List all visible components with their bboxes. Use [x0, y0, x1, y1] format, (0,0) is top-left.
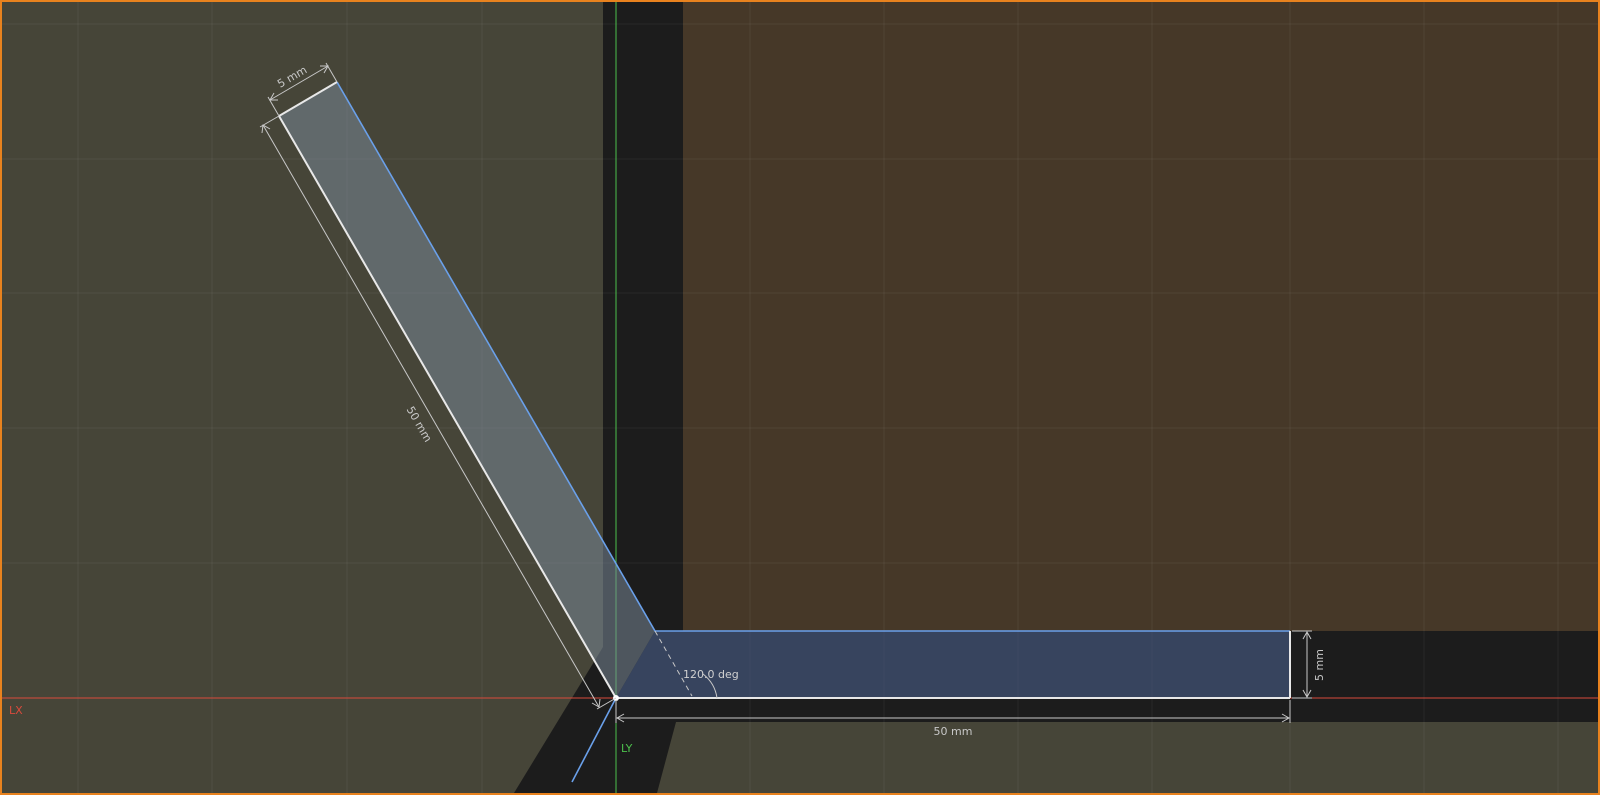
base-width-label[interactable]: 5 mm: [1313, 649, 1326, 681]
dark-band-right: [1290, 631, 1598, 722]
olive-region-bottom: [657, 722, 1598, 793]
angle-dimension-label[interactable]: 120.0 deg: [683, 668, 739, 681]
sketch-viewport[interactable]: LX LY 120.0 deg 5 mm 50 mm 50 mm 5 mm: [0, 0, 1600, 795]
y-axis-label: LY: [621, 742, 633, 755]
base-fill: [616, 631, 1290, 698]
x-axis-label: LX: [9, 704, 23, 717]
base-length-label[interactable]: 50 mm: [934, 725, 973, 738]
sketch-canvas[interactable]: LX LY 120.0 deg 5 mm 50 mm 50 mm 5 mm: [2, 2, 1598, 793]
brown-region: [683, 2, 1598, 631]
